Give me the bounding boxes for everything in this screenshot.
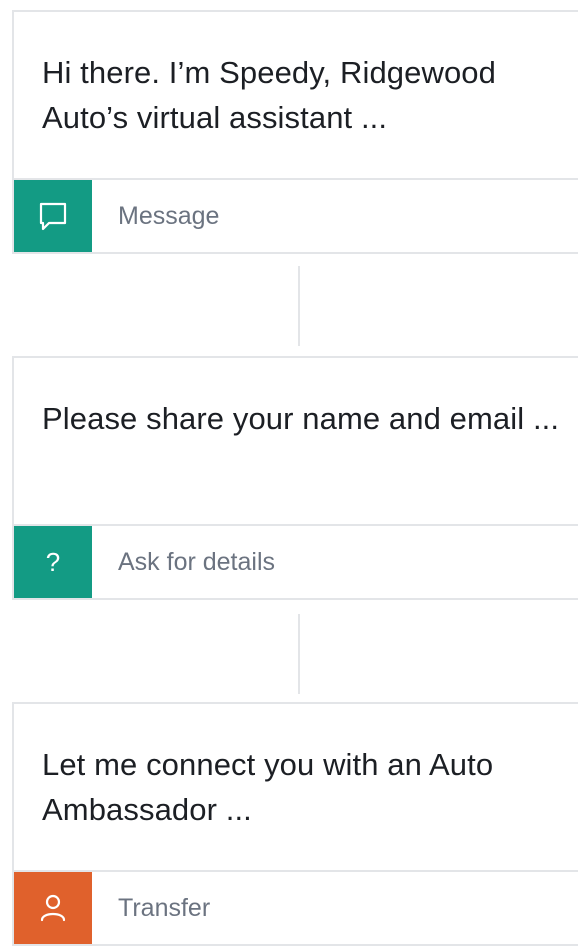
step-card-message[interactable]: Hi there. I’m Speedy, Ridgewood Auto’s v…: [12, 10, 578, 254]
step-card-ask-for-details[interactable]: Please share your name and email ... ? A…: [12, 356, 578, 600]
step-message-text: Let me connect you with an Auto Ambassad…: [42, 747, 494, 827]
step-message-text: Hi there. I’m Speedy, Ridgewood Auto’s v…: [42, 55, 496, 135]
question-glyph: ?: [45, 546, 61, 577]
step-card-body: Please share your name and email ...: [14, 358, 578, 526]
step-card-body: Let me connect you with an Auto Ambassad…: [14, 704, 578, 872]
connector-line: [298, 614, 300, 694]
step-type-label: Ask for details: [118, 547, 276, 576]
person-icon: [14, 872, 92, 944]
step-type-label: Message: [118, 201, 220, 230]
step-type-label: Transfer: [118, 893, 211, 922]
step-footer: ? Ask for details: [14, 526, 578, 598]
step-card-body: Hi there. I’m Speedy, Ridgewood Auto’s v…: [14, 12, 578, 180]
question-icon: ?: [14, 526, 92, 598]
step-message-text: Please share your name and email ...: [42, 401, 560, 436]
message-icon: [14, 180, 92, 252]
connector-line: [298, 266, 300, 346]
step-footer: Transfer: [14, 872, 578, 944]
step-footer: Message: [14, 180, 578, 252]
step-card-transfer[interactable]: Let me connect you with an Auto Ambassad…: [12, 702, 578, 946]
